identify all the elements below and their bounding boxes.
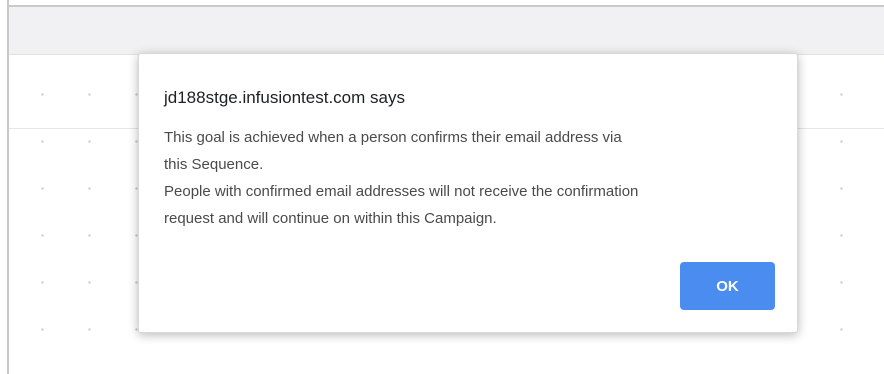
ok-button[interactable]: OK (680, 262, 775, 310)
browser-viewport: jd188stge.infusiontest.com says This goa… (0, 0, 884, 374)
dialog-title: jd188stge.infusiontest.com says (164, 88, 405, 107)
dialog-message-line: this Sequence. (164, 156, 264, 173)
alert-dialog: jd188stge.infusiontest.com says This goa… (138, 53, 798, 333)
dialog-message: This goal is achieved when a person conf… (164, 124, 774, 232)
dialog-message-line: This goal is achieved when a person conf… (164, 129, 622, 146)
page-top-bar (9, 7, 884, 55)
dialog-message-line: People with confirmed email addresses wi… (164, 183, 639, 200)
dialog-message-line: request and will continue on within this… (164, 210, 497, 227)
